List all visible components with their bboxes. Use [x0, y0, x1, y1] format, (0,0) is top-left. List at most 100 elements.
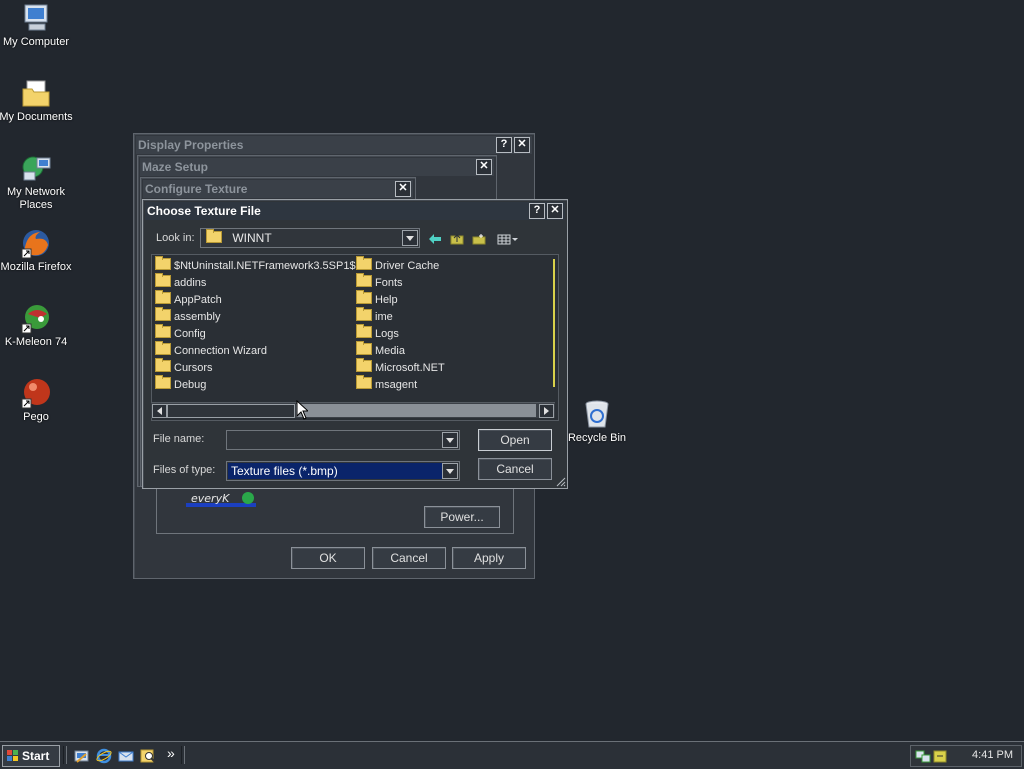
scroll-track-highlight	[296, 404, 536, 417]
desktop-icon-label: K-Meleon 74	[4, 336, 68, 348]
desktop-icon-pego[interactable]: Pego	[0, 377, 74, 424]
window-title: Maze Setup	[142, 160, 209, 174]
folder-item[interactable]: msagent	[356, 375, 417, 392]
look-in-combo[interactable]: WINNT	[200, 228, 420, 248]
folder-item[interactable]: Cursors	[155, 358, 213, 375]
desktop-icon-label: My Network Places	[6, 186, 66, 211]
ok-button[interactable]: OK	[291, 547, 365, 569]
mouse-cursor	[296, 399, 310, 420]
folder-item[interactable]: Logs	[356, 324, 399, 341]
folder-item[interactable]: Fonts	[356, 273, 403, 290]
network-places-icon	[20, 152, 52, 184]
tray-network-icon[interactable]	[915, 748, 931, 764]
apply-button[interactable]: Apply	[452, 547, 526, 569]
tray-app-icon	[933, 750, 947, 763]
folder-item[interactable]: Connection Wizard	[155, 341, 267, 358]
quick-launch-ie[interactable]	[96, 748, 112, 764]
folder-icon	[356, 375, 372, 389]
folder-item[interactable]: Microsoft.NET	[356, 358, 445, 375]
recycle-bin-icon	[581, 398, 613, 430]
up-folder-icon[interactable]	[450, 233, 464, 245]
files-of-type-value: Texture files (*.bmp)	[228, 463, 442, 479]
chevron-down-icon[interactable]	[402, 230, 418, 246]
folder-item[interactable]: ime	[356, 307, 393, 324]
folder-item[interactable]: Help	[356, 290, 398, 307]
k-meleon-icon	[20, 302, 52, 334]
desktop-icon-recycle-bin[interactable]: Recycle Bin	[559, 398, 635, 445]
scroll-right-button[interactable]	[539, 404, 554, 418]
my-documents-icon	[20, 77, 52, 109]
view-menu-icon[interactable]	[497, 233, 519, 245]
folder-icon	[356, 324, 372, 338]
horizontal-scrollbar[interactable]	[151, 402, 555, 418]
start-label: Start	[22, 749, 50, 763]
internet-explorer-icon	[96, 748, 112, 764]
folder-name: Help	[375, 294, 398, 306]
desktop-icon-k-meleon[interactable]: K-Meleon 74	[0, 302, 74, 349]
clock[interactable]: 4:41 PM	[972, 749, 1013, 761]
folder-icon	[155, 307, 171, 321]
folder-name: Fonts	[375, 277, 403, 289]
look-in-label: Look in:	[156, 232, 195, 244]
folder-item[interactable]: Driver Cache	[356, 256, 439, 273]
close-button[interactable]: ✕	[476, 159, 492, 175]
folder-icon	[155, 341, 171, 355]
resize-grip[interactable]	[554, 475, 566, 487]
dialog-title: Choose Texture File	[147, 204, 261, 218]
file-list[interactable]: $NtUninstall.NETFramework3.5SP1$ addins …	[151, 254, 559, 421]
tray-volume-icon[interactable]	[933, 748, 947, 764]
folder-icon	[155, 273, 171, 287]
quick-launch-search[interactable]	[140, 748, 156, 764]
maze-setup-titlebar: Maze Setup ✕	[140, 158, 494, 176]
files-of-type-combo[interactable]: Texture files (*.bmp)	[226, 461, 460, 481]
folder-icon	[155, 324, 171, 338]
desktop-icon-label: My Documents	[0, 111, 73, 123]
folder-name: Cursors	[174, 362, 213, 374]
windows-logo-icon	[7, 748, 19, 761]
folder-icon	[356, 307, 372, 321]
scroll-thumb[interactable]	[167, 404, 295, 418]
chevron-down-icon[interactable]	[442, 463, 458, 479]
network-icon	[915, 750, 931, 763]
start-button[interactable]: Start	[2, 745, 60, 767]
desktop-icon-my-documents[interactable]: My Documents	[0, 77, 74, 124]
cancel-button[interactable]: Cancel	[372, 547, 446, 569]
scroll-left-button[interactable]	[152, 404, 167, 418]
quick-launch-show-desktop[interactable]	[74, 748, 90, 764]
folder-name: assembly	[174, 311, 221, 323]
desktop-icon-network-places[interactable]: My Network Places	[0, 152, 74, 212]
display-properties-titlebar: Display Properties ? ✕	[136, 136, 532, 154]
desktop-icon-my-computer[interactable]: My Computer	[0, 2, 74, 49]
choose-texture-file-dialog: Choose Texture File ? ✕ Look in: WINNT $…	[142, 199, 568, 489]
folder-item[interactable]: addins	[155, 273, 206, 290]
folder-item[interactable]: AppPatch	[155, 290, 222, 307]
close-button[interactable]: ✕	[395, 181, 411, 197]
folder-name: Logs	[375, 328, 399, 340]
folder-item[interactable]: $NtUninstall.NETFramework3.5SP1$	[155, 256, 356, 273]
folder-icon	[356, 290, 372, 304]
new-folder-icon[interactable]	[472, 233, 486, 245]
power-button[interactable]: Power...	[424, 506, 500, 528]
look-in-value: WINNT	[232, 231, 272, 245]
folder-icon	[155, 256, 171, 270]
window-title: Configure Texture	[145, 182, 248, 196]
quick-launch-outlook[interactable]	[118, 748, 134, 764]
cancel-button[interactable]: Cancel	[478, 458, 552, 480]
folder-item[interactable]: Debug	[155, 375, 206, 392]
back-arrow-icon[interactable]	[428, 233, 442, 245]
help-button[interactable]: ?	[529, 203, 545, 219]
folder-item[interactable]: assembly	[155, 307, 221, 324]
open-button[interactable]: Open	[478, 429, 552, 451]
desktop-icon-firefox[interactable]: Mozilla Firefox	[0, 227, 74, 274]
folder-name: Config	[174, 328, 206, 340]
close-button[interactable]: ✕	[547, 203, 563, 219]
close-button[interactable]: ✕	[514, 137, 530, 153]
screensaver-logo: everyK	[186, 489, 256, 509]
folder-item[interactable]: Media	[356, 341, 405, 358]
chevron-down-icon[interactable]	[442, 432, 458, 448]
help-button[interactable]: ?	[496, 137, 512, 153]
choose-texture-titlebar: Choose Texture File ? ✕	[145, 202, 565, 220]
folder-item[interactable]: Config	[155, 324, 206, 341]
quick-launch-chevron[interactable]: »	[167, 745, 175, 761]
file-name-combo[interactable]	[226, 430, 460, 450]
